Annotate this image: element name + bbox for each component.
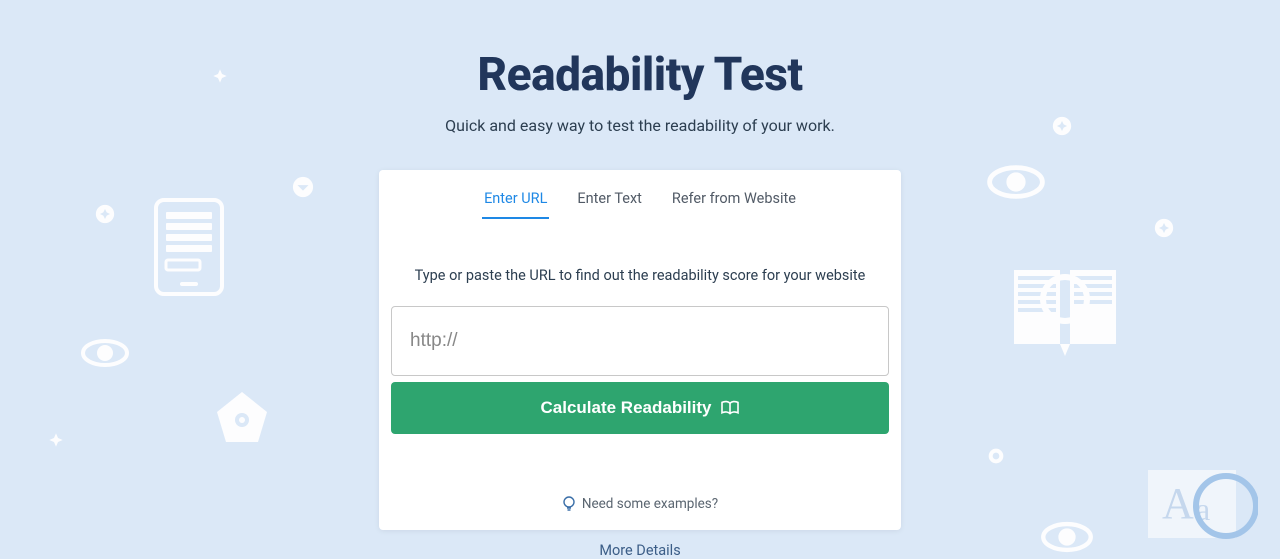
page-subtitle: Quick and easy way to test the readabili…: [445, 116, 835, 135]
book-open-icon: [720, 400, 740, 416]
page-title: Readability Test: [477, 48, 802, 102]
test-card: Enter URL Enter Text Refer from Website …: [379, 170, 901, 530]
tab-enter-url[interactable]: Enter URL: [482, 184, 549, 219]
examples-link[interactable]: Need some examples?: [379, 496, 901, 512]
calculate-button-label: Calculate Readability: [540, 398, 711, 418]
url-input[interactable]: [391, 306, 889, 376]
more-details-link[interactable]: More Details: [599, 542, 680, 559]
tab-refer-website[interactable]: Refer from Website: [670, 184, 798, 219]
lightbulb-icon: [562, 496, 576, 512]
examples-label: Need some examples?: [582, 496, 718, 512]
tab-enter-text[interactable]: Enter Text: [575, 184, 644, 219]
tab-strip: Enter URL Enter Text Refer from Website: [379, 170, 901, 219]
calculate-button[interactable]: Calculate Readability: [391, 382, 889, 434]
form-instruction: Type or paste the URL to find out the re…: [391, 267, 889, 284]
